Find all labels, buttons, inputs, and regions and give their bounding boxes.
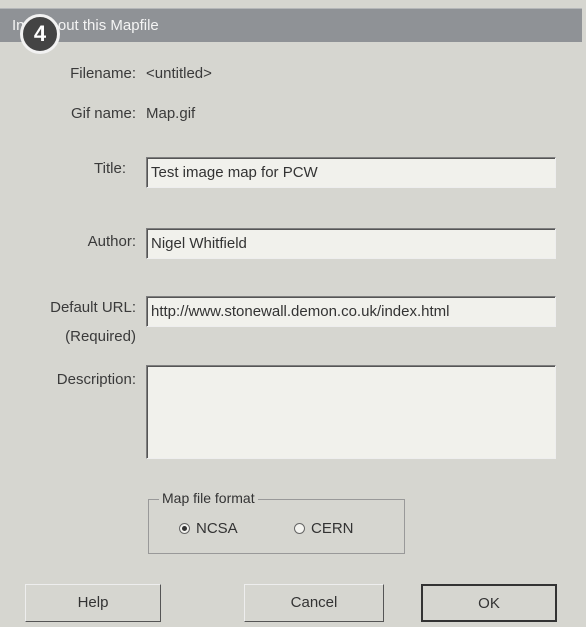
description-textarea[interactable]: [146, 365, 556, 459]
description-label: Description:: [56, 371, 136, 388]
radio-ncsa-indicator[interactable]: [179, 523, 190, 534]
radio-cern[interactable]: CERN: [294, 520, 354, 537]
radio-cern-label: CERN: [311, 520, 354, 537]
step-number-badge: 4: [20, 14, 60, 54]
default-url-input[interactable]: [146, 296, 556, 327]
radio-cern-indicator[interactable]: [294, 523, 305, 534]
cancel-button[interactable]: Cancel: [244, 584, 384, 622]
author-input[interactable]: [146, 228, 556, 259]
default-url-label: Default URL:: [50, 299, 136, 316]
ok-button[interactable]: OK: [421, 584, 557, 622]
radio-ncsa[interactable]: NCSA: [179, 520, 238, 537]
dialog-titlebar: Info about this Mapfile: [0, 8, 582, 42]
default-url-required-note: (Required): [65, 328, 136, 345]
help-button[interactable]: Help: [25, 584, 161, 622]
radio-ncsa-label: NCSA: [196, 520, 238, 537]
filename-label: Filename:: [70, 65, 136, 82]
gifname-value: Map.gif: [146, 105, 196, 122]
author-label: Author:: [87, 233, 136, 250]
gifname-label: Gif name:: [70, 105, 136, 122]
mapfile-info-dialog: Info about this Mapfile 4 Filename: <unt…: [0, 0, 586, 627]
title-input[interactable]: [146, 157, 556, 188]
map-file-format-title: Map file format: [159, 490, 258, 506]
filename-value: <untitled>: [146, 65, 212, 82]
map-file-format-group: Map file format NCSA CERN: [148, 490, 405, 554]
title-label: Title:: [94, 160, 126, 177]
